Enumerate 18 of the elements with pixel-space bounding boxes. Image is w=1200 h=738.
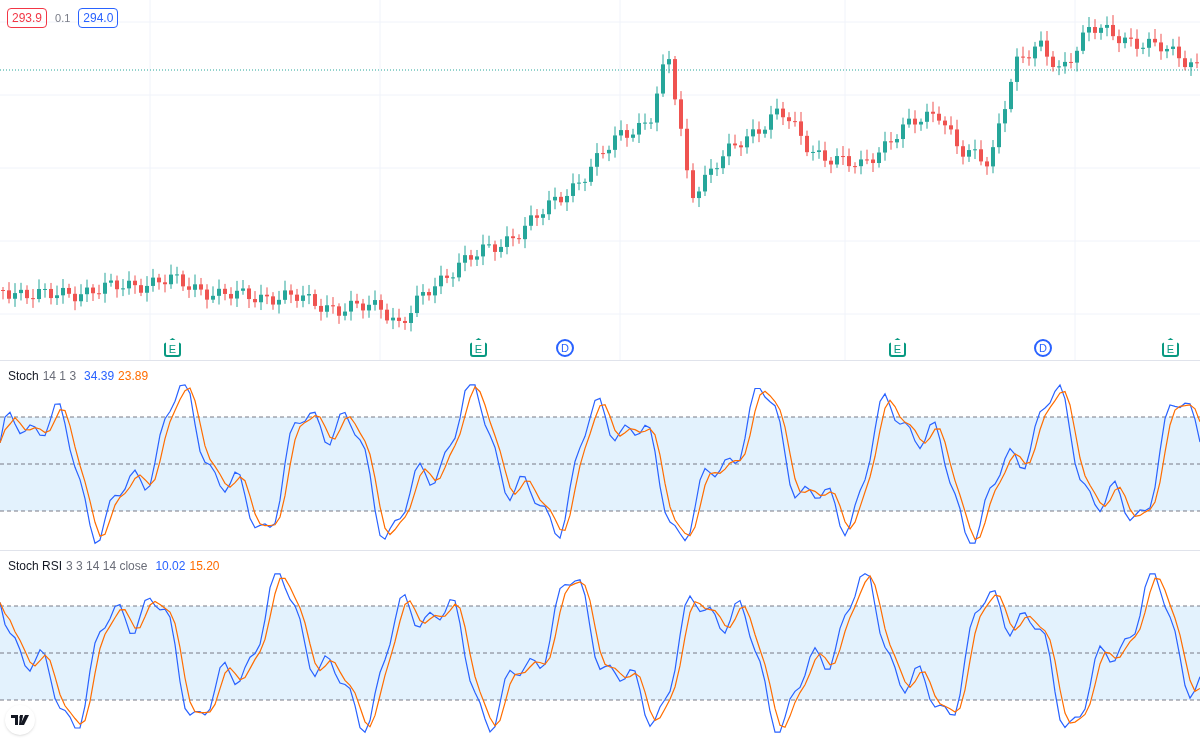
indicator-params: 14 1 3 xyxy=(42,368,77,385)
indicator-params: 3 3 14 14 close xyxy=(66,558,148,575)
indicator-name[interactable]: Stoch xyxy=(8,367,39,385)
indicator-value: 10.02 xyxy=(155,558,186,575)
indicator-name[interactable]: Stoch RSI xyxy=(8,557,63,575)
earnings-marker[interactable]: E xyxy=(1162,338,1179,357)
dividend-marker[interactable]: D xyxy=(1034,339,1052,357)
bid-price-label: 293.9 xyxy=(7,8,48,28)
indicator-value: 15.20 xyxy=(189,558,220,575)
earnings-marker[interactable]: E xyxy=(164,338,181,357)
indicator-value: 34.39 xyxy=(84,368,115,385)
ask-price-label: 294.0 xyxy=(78,8,119,28)
earnings-marker[interactable]: E xyxy=(470,338,487,357)
earnings-marker[interactable]: E xyxy=(889,338,906,357)
spread-label: 0.1 xyxy=(55,10,71,26)
dividend-marker[interactable]: D xyxy=(556,339,574,357)
logo-icon[interactable] xyxy=(5,705,35,735)
indicator-value: 23.89 xyxy=(118,368,149,385)
